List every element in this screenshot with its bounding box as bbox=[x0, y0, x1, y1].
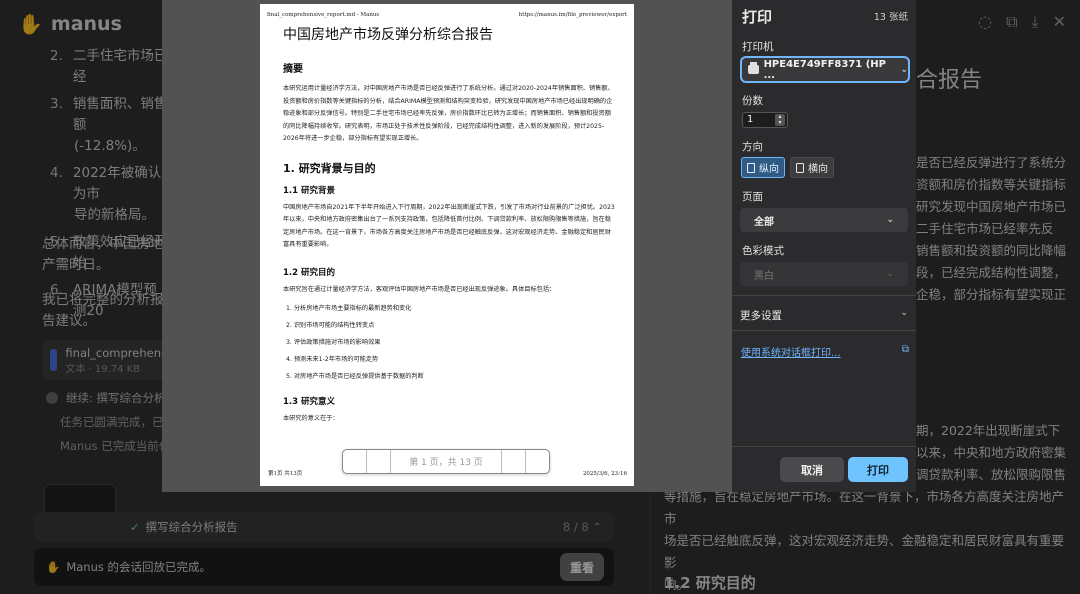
list-item: 3. 评估政策措施对市场的影响效果 bbox=[286, 339, 381, 346]
printer-icon bbox=[748, 62, 759, 74]
divider bbox=[732, 295, 916, 296]
copies-label: 份数 bbox=[742, 95, 763, 107]
sheet-count: 13 张纸 bbox=[873, 12, 908, 23]
list-item: 1. 分析房地产市场主要指标的最新趋势和变化 bbox=[286, 305, 412, 312]
doc-paragraph: 本研究运用计量经济学方法，对中国房地产市场是否已经反弹进行了系统分析。通过对20… bbox=[283, 85, 614, 142]
doc-heading: 摘要 bbox=[283, 64, 303, 75]
doc-title: 中国房地产市场反弹分析综合报告 bbox=[283, 27, 493, 43]
list-item: 4. 预测未来1-2年市场的可能走势 bbox=[286, 356, 379, 363]
pages-value: 全部 bbox=[754, 216, 774, 228]
page-footer-number: 第1页 共13页 bbox=[268, 471, 303, 477]
print-settings-panel: 打印 13 张纸 打印机 HPE4E749FF8371 (HP ... ⌄ 份数… bbox=[732, 0, 916, 492]
copies-stepper[interactable]: ▴ ▾ bbox=[775, 114, 785, 126]
list-item: 2. 识别市场可能的结构性转变点 bbox=[286, 322, 375, 329]
pages-label: 页面 bbox=[742, 191, 763, 203]
printer-value: HPE4E749FF8371 (HP ... bbox=[763, 58, 886, 81]
landscape-label: 横向 bbox=[808, 164, 828, 175]
portrait-page-icon bbox=[747, 162, 755, 173]
print-title: 打印 bbox=[742, 8, 773, 26]
page-header-url: https://manus.im/file_previewer/export bbox=[518, 12, 627, 18]
color-mode-select[interactable]: 黑白 ⌄ bbox=[740, 262, 908, 286]
page-footer-date: 2025/3/6, 23:16 bbox=[582, 471, 627, 477]
more-settings-label: 更多设置 bbox=[740, 310, 782, 322]
portrait-toggle[interactable]: 纵向 bbox=[741, 157, 785, 178]
more-settings-toggle[interactable]: 更多设置 ⌄ bbox=[740, 308, 908, 323]
doc-subheading: 1.2 研究目的 bbox=[283, 267, 336, 278]
preview-document: 中国房地产市场反弹分析综合报告 摘要 本研究运用计量经济学方法，对中国房地产市场… bbox=[283, 24, 616, 440]
printer-label: 打印机 bbox=[742, 41, 774, 53]
landscape-toggle[interactable]: 横向 bbox=[790, 157, 834, 178]
doc-subheading: 1.3 研究意义 bbox=[283, 397, 336, 407]
first-page-button[interactable] bbox=[343, 450, 367, 473]
chevron-down-icon: ⌄ bbox=[900, 64, 908, 75]
print-button[interactable]: 打印 bbox=[848, 457, 908, 482]
page-navigator: 第 1 页，共 13 页 bbox=[342, 449, 550, 474]
chevron-down-icon: ⌄ bbox=[900, 308, 908, 318]
divider bbox=[732, 330, 916, 331]
divider bbox=[732, 446, 916, 447]
doc-paragraph: 本研究的意义在于： bbox=[283, 415, 339, 422]
orientation-label: 方向 bbox=[742, 141, 763, 153]
doc-paragraph: 本研究旨在通过计量经济学方法，客观评估中国房地产市场是否已经出现反弹迹象。具体目… bbox=[283, 285, 556, 293]
system-dialog-link[interactable]: 使用系统对话框打印... ⧉ bbox=[741, 344, 909, 359]
page-indicator: 第 1 页，共 13 页 bbox=[409, 458, 483, 468]
chevron-down-icon: ⌄ bbox=[886, 215, 894, 225]
doc-subheading: 1.1 研究背景 bbox=[283, 185, 336, 196]
prev-page-button[interactable] bbox=[367, 450, 391, 473]
copies-input[interactable]: 1 ▴ ▾ bbox=[742, 112, 788, 128]
portrait-label: 纵向 bbox=[759, 164, 779, 175]
doc-paragraph: 中国房地产市场自2021年下半年开始进入下行周期，2022年出现断崖式下跌，引发… bbox=[283, 203, 615, 249]
printer-select[interactable]: HPE4E749FF8371 (HP ... ⌄ bbox=[740, 56, 910, 83]
landscape-page-icon bbox=[796, 162, 804, 173]
color-mode-label: 色彩模式 bbox=[742, 245, 784, 257]
preview-page: final_comprehensive_report.md - Manus ht… bbox=[260, 4, 634, 486]
system-dialog-label: 使用系统对话框打印... bbox=[741, 348, 841, 359]
page-header-title: final_comprehensive_report.md - Manus bbox=[267, 12, 380, 18]
print-dialog: final_comprehensive_report.md - Manus ht… bbox=[162, 0, 916, 492]
next-page-button[interactable] bbox=[501, 450, 525, 473]
doc-goal-list: 1. 分析房地产市场主要指标的最新趋势和变化 2. 识别市场可能的结构性转变点 … bbox=[283, 300, 616, 385]
pages-select[interactable]: 全部 ⌄ bbox=[740, 208, 908, 232]
list-item: 5. 对房地产市场是否已经反弹提供基于数据的判断 bbox=[286, 373, 424, 380]
doc-heading: 1. 研究背景与目的 bbox=[283, 161, 376, 175]
cancel-button[interactable]: 取消 bbox=[780, 457, 844, 482]
chevron-down-icon: ⌄ bbox=[886, 269, 894, 279]
copies-value: 1 bbox=[747, 114, 754, 125]
color-mode-value: 黑白 bbox=[754, 270, 774, 282]
last-page-button[interactable] bbox=[525, 450, 549, 473]
external-link-icon: ⧉ bbox=[901, 344, 909, 355]
print-preview: final_comprehensive_report.md - Manus ht… bbox=[162, 0, 732, 492]
